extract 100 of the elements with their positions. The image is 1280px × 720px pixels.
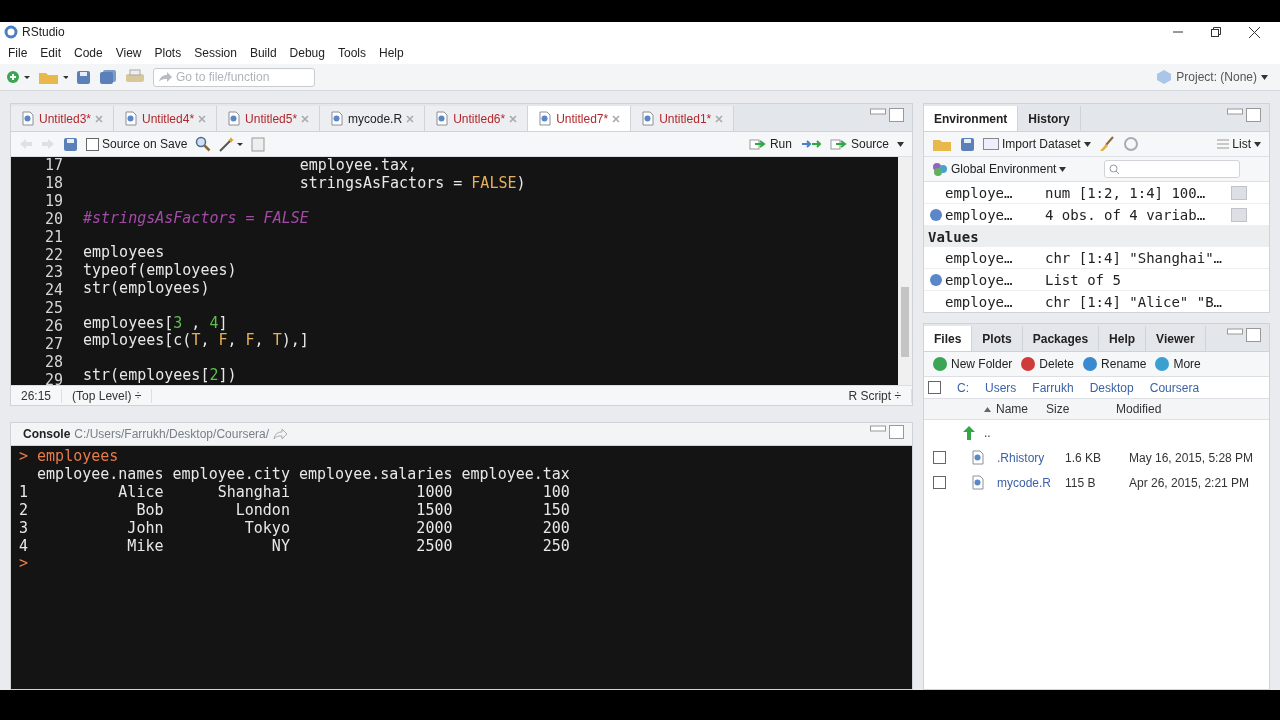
- caret-icon[interactable]: [897, 141, 904, 147]
- restore-icon[interactable]: [1211, 26, 1221, 37]
- breadcrumb-link[interactable]: Desktop: [1089, 380, 1134, 395]
- breadcrumb-link[interactable]: Users: [985, 380, 1017, 395]
- maximize-icon[interactable]: [1246, 328, 1261, 342]
- print-icon[interactable]: [125, 69, 145, 85]
- minimize-icon[interactable]: [870, 108, 886, 115]
- file-type-selector[interactable]: R Script ÷: [838, 388, 912, 403]
- scrollbar-thumb[interactable]: [901, 287, 909, 357]
- file-link[interactable]: mycode.R: [997, 475, 1065, 490]
- expand-icon[interactable]: [930, 208, 942, 221]
- console-output: employee.names employee.city employee.salaries employee.tax: [36, 465, 571, 484]
- maximize-icon[interactable]: [1246, 108, 1261, 122]
- console[interactable]: > employees employee.names employee.city employee.salaries employee.tax 1 Alice Shanghai 1000 100 2 Bob London 1500 150 3 John Tokyo 2000 200 4 Mike NY 2500 250 >: [11, 446, 912, 689]
- code-editor[interactable]: [11, 157, 912, 385]
- checkbox[interactable]: [86, 137, 99, 151]
- go-to-file-field[interactable]: Go to file/function: [153, 67, 315, 87]
- magic-wand-icon[interactable]: [219, 136, 244, 152]
- editor-tab[interactable]: Untitled5*: [217, 106, 321, 131]
- checkbox[interactable]: [933, 451, 946, 464]
- file-size: 1.6 KB: [1065, 450, 1103, 465]
- action-icon: [1020, 356, 1037, 372]
- grid-icon[interactable]: [1231, 185, 1247, 200]
- toolbar-button[interactable]: New Folder: [932, 356, 1013, 372]
- maximize-icon[interactable]: [889, 424, 904, 439]
- menu-item[interactable]: Code: [74, 46, 103, 60]
- code-line: employees[c(T, F, F, T),]: [83, 332, 310, 351]
- minimize-icon[interactable]: [1227, 328, 1243, 335]
- tab-label: Untitled5*: [245, 111, 298, 126]
- document-icon: [227, 111, 242, 126]
- menu-item[interactable]: Edit: [40, 46, 62, 60]
- line-number: 22: [44, 246, 63, 265]
- editor-tab[interactable]: Untitled4*: [114, 106, 218, 131]
- column-header[interactable]: Name: [996, 402, 1046, 416]
- save-icon[interactable]: [63, 136, 78, 152]
- menu-item[interactable]: Build: [249, 46, 277, 60]
- checkbox[interactable]: [928, 381, 941, 394]
- menu-item[interactable]: Session: [194, 46, 237, 60]
- variable-value: num [1:2, 1:4] 100…: [1045, 184, 1207, 201]
- working-directory: C:/Users/Farrukh/Desktop/Coursera/: [74, 427, 270, 441]
- save-all-icon[interactable]: [99, 69, 117, 85]
- pane-tab[interactable]: Files: [924, 326, 973, 351]
- breadcrumb-link[interactable]: Farrukh: [1032, 380, 1074, 395]
- menu-item[interactable]: Tools: [337, 46, 366, 60]
- new-file-icon[interactable]: [6, 69, 30, 85]
- sort-ascending-icon[interactable]: [984, 406, 991, 412]
- file-link[interactable]: .Rhistory: [997, 450, 1065, 465]
- menu-item[interactable]: File: [8, 46, 28, 60]
- section-header: Values: [924, 226, 1269, 247]
- cursor-position: 26:15: [11, 388, 63, 403]
- source-button[interactable]: Source: [829, 137, 889, 151]
- pane-tab[interactable]: Environment: [924, 106, 1019, 131]
- project-menu[interactable]: Project: (None): [1176, 70, 1257, 84]
- toolbar-button[interactable]: More: [1154, 356, 1201, 372]
- scope-selector[interactable]: (Top Level) ÷: [62, 388, 153, 403]
- toolbar-button[interactable]: Delete: [1020, 356, 1075, 372]
- search-icon[interactable]: [195, 136, 212, 152]
- column-header[interactable]: Size: [1046, 402, 1116, 416]
- toolbar-button[interactable]: Rename: [1082, 356, 1147, 372]
- caret-icon[interactable]: [1261, 74, 1268, 80]
- save-icon[interactable]: [76, 69, 91, 85]
- grid-icon[interactable]: [1231, 207, 1247, 222]
- checkbox-label[interactable]: Source on Save: [102, 137, 188, 151]
- import-dataset-button[interactable]: Import Dataset: [983, 137, 1091, 151]
- maximize-icon[interactable]: [889, 108, 904, 122]
- line-number: 27: [44, 336, 63, 354]
- line-number: 24: [44, 282, 63, 301]
- source-icon: [829, 138, 848, 150]
- arrow-icon[interactable]: [273, 428, 288, 440]
- variable-value: chr [1:4] "Alice" "B…: [1045, 293, 1223, 310]
- run-button[interactable]: Run: [748, 137, 792, 151]
- editor-tab[interactable]: Untitled3*: [11, 106, 115, 131]
- search-field[interactable]: [1104, 160, 1241, 178]
- column-header[interactable]: Modified: [1116, 402, 1216, 416]
- editor-tab[interactable]: mycode.R: [320, 106, 426, 131]
- file-modified: May 16, 2015, 5:28 PM: [1129, 450, 1255, 465]
- breadcrumb-link[interactable]: Coursera: [1149, 380, 1200, 395]
- up-arrow-icon[interactable]: [962, 424, 976, 441]
- editor-tab[interactable]: Untitled6*: [425, 106, 529, 131]
- variable-name: employe…: [945, 293, 1014, 310]
- code-line: str(employees): [83, 279, 211, 298]
- checkbox[interactable]: [933, 476, 946, 489]
- minimize-icon[interactable]: [870, 424, 886, 432]
- save-icon[interactable]: [960, 136, 975, 152]
- parent-folder-link[interactable]: ..: [976, 425, 1024, 440]
- line-number: 29: [44, 371, 63, 385]
- line-number: 26: [44, 318, 63, 337]
- broom-icon[interactable]: [1098, 136, 1115, 152]
- menu-item[interactable]: Help: [379, 46, 404, 60]
- menu-item[interactable]: Debug: [289, 46, 325, 60]
- breadcrumb-link[interactable]: C:: [957, 380, 969, 395]
- editor-tab[interactable]: Untitled1*: [631, 106, 735, 131]
- view-mode-menu[interactable]: List: [1217, 137, 1261, 151]
- close-icon[interactable]: [1249, 26, 1260, 38]
- menu-item[interactable]: View: [115, 46, 142, 60]
- menu-item[interactable]: Plots: [154, 46, 182, 60]
- minimize-icon[interactable]: [1227, 108, 1243, 115]
- document-icon: [435, 111, 450, 126]
- expand-icon[interactable]: [930, 273, 942, 286]
- editor-tab[interactable]: Untitled7*: [528, 106, 632, 131]
